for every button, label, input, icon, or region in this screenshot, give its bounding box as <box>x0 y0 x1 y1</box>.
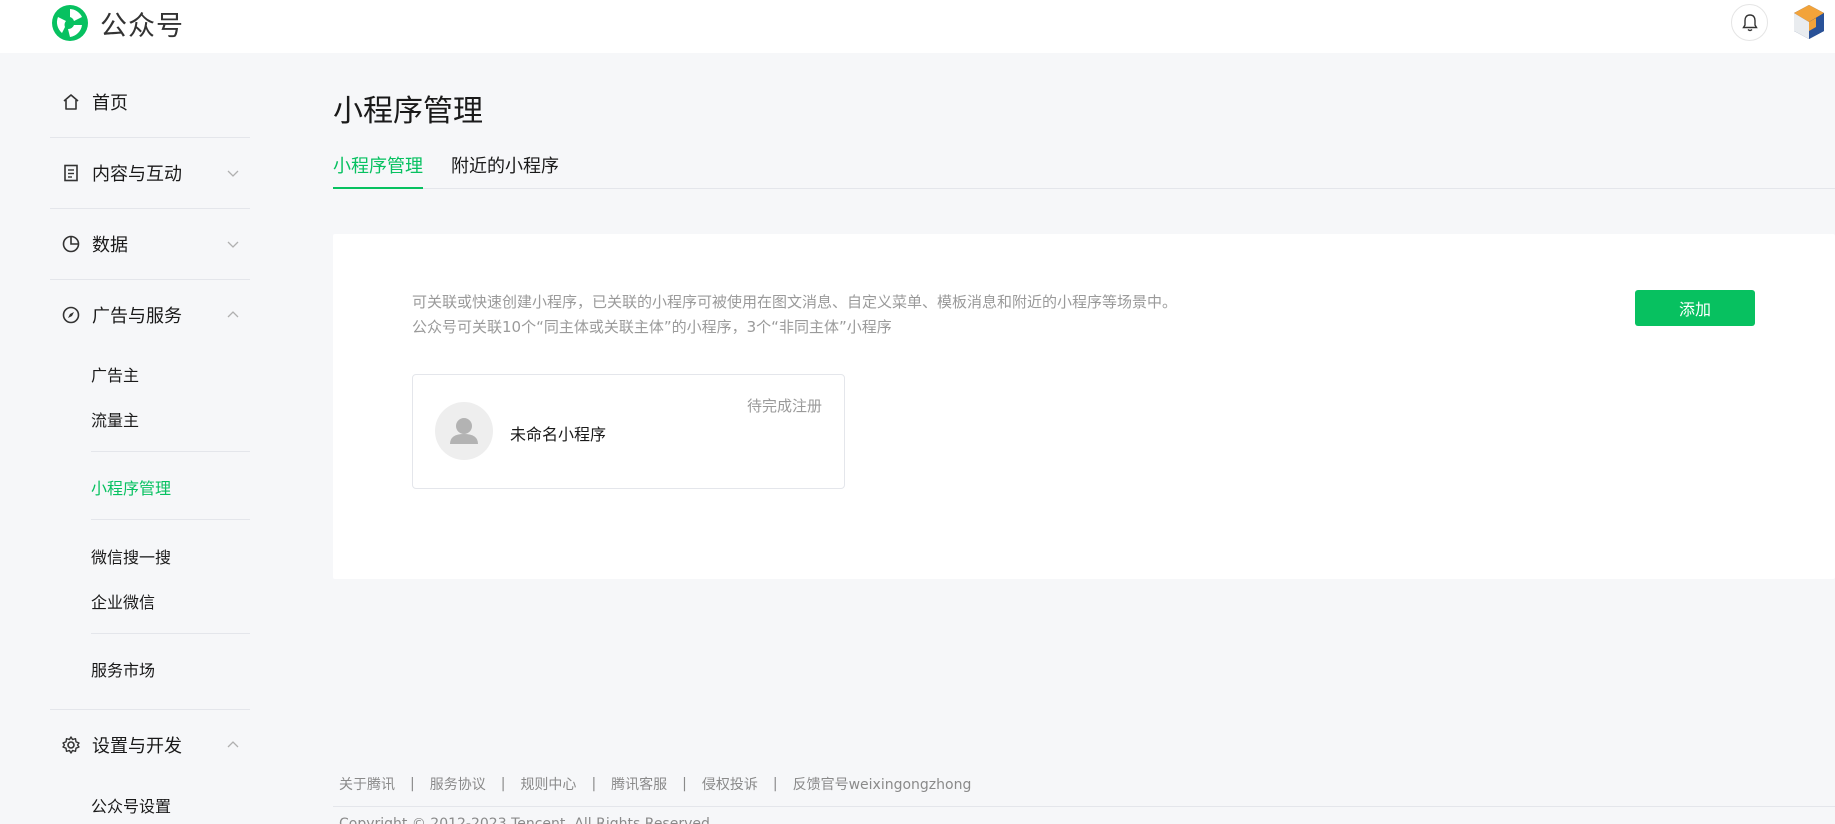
home-icon <box>60 91 82 113</box>
page-title: 小程序管理 <box>333 94 483 129</box>
sidebar-item-settings-dev[interactable]: 设置与开发 <box>50 730 250 760</box>
divider <box>91 519 250 520</box>
sidebar-item-label: 首页 <box>92 93 128 114</box>
mini-program-panel: 可关联或快速创建小程序，已关联的小程序可被使用在图文消息、自定义菜单、模板消息和… <box>333 234 1835 579</box>
bell-icon <box>1741 13 1758 31</box>
footer-divider <box>333 806 1835 807</box>
divider <box>50 137 250 138</box>
app-name: 公众号 <box>100 10 184 42</box>
footer-link-rules-center[interactable]: 规则中心 <box>520 774 576 794</box>
sidebar-item-wecom[interactable]: 企业微信 <box>91 589 155 613</box>
sidebar-item-publisher[interactable]: 流量主 <box>91 407 139 431</box>
copyright: Copyright © 2012-2023 Tencent. All Right… <box>339 816 715 824</box>
chevron-down-icon <box>227 170 239 177</box>
footer-link-feedback[interactable]: 反馈官号weixingongzhong <box>793 774 972 794</box>
sidebar-item-mini-program-management[interactable]: 小程序管理 <box>91 475 171 499</box>
description-line-1: 可关联或快速创建小程序，已关联的小程序可被使用在图文消息、自定义菜单、模板消息和… <box>412 293 1178 311</box>
mini-program-name: 未命名小程序 <box>510 425 607 444</box>
sidebar-item-home[interactable]: 首页 <box>50 87 250 117</box>
sidebar-item-content-interaction[interactable]: 内容与互动 <box>50 158 250 188</box>
divider <box>91 451 250 452</box>
footer-separator: | <box>410 776 415 792</box>
footer-separator: | <box>772 776 778 792</box>
sidebar-item-label: 设置与开发 <box>92 736 182 757</box>
compass-icon <box>60 304 82 326</box>
gear-icon <box>60 734 82 756</box>
description-line-2: 公众号可关联10个“同主体或关联主体”的小程序，3个“非同主体”小程序 <box>412 318 892 336</box>
sidebar-item-advertiser[interactable]: 广告主 <box>91 362 139 386</box>
footer-separator: | <box>591 776 597 792</box>
sidebar-item-data[interactable]: 数据 <box>50 229 250 259</box>
logo[interactable]: 公众号 <box>50 3 184 43</box>
user-avatar[interactable] <box>1790 3 1828 41</box>
sidebar-item-label: 数据 <box>92 235 128 256</box>
mini-program-avatar <box>435 402 493 460</box>
footer-separator: | <box>500 776 506 792</box>
sidebar-item-ads-services[interactable]: 广告与服务 <box>50 300 250 330</box>
mini-program-card[interactable]: 未命名小程序 待完成注册 <box>412 374 845 489</box>
divider <box>50 279 250 280</box>
divider <box>50 208 250 209</box>
sidebar-item-wechat-search[interactable]: 微信搜一搜 <box>91 544 171 568</box>
top-bar: 公众号 <box>0 0 1835 53</box>
add-button[interactable]: 添加 <box>1635 290 1755 326</box>
mini-program-status: 待完成注册 <box>746 397 822 415</box>
notification-button[interactable] <box>1731 4 1768 41</box>
tab-nearby-mini-programs[interactable]: 附近的小程序 <box>451 152 559 187</box>
sidebar-item-account-settings[interactable]: 公众号设置 <box>91 793 171 817</box>
wechat-official-account-logo-icon <box>52 5 88 41</box>
footer-separator: | <box>682 776 687 792</box>
sidebar-item-label: 广告与服务 <box>92 306 182 327</box>
footer-link-customer-service[interactable]: 腾讯客服 <box>611 774 667 794</box>
description: 可关联或快速创建小程序，已关联的小程序可被使用在图文消息、自定义菜单、模板消息和… <box>412 290 1177 340</box>
chevron-up-icon <box>227 311 239 318</box>
default-user-icon <box>450 418 478 444</box>
tab-bar: 小程序管理 附近的小程序 <box>333 150 1835 189</box>
sidebar-item-service-market[interactable]: 服务市场 <box>91 657 155 681</box>
sidebar-item-label: 内容与互动 <box>92 164 182 185</box>
tab-mini-program-management[interactable]: 小程序管理 <box>333 152 423 189</box>
footer-link-about[interactable]: 关于腾讯 <box>339 774 395 794</box>
pie-chart-icon <box>60 233 82 255</box>
chevron-up-icon <box>227 741 239 748</box>
sidebar: 首页 内容与互动 数据 广告与服务 广告主 流量主 小程序管理 微信搜一搜 企业… <box>0 53 300 824</box>
footer-link-service-agreement[interactable]: 服务协议 <box>430 774 486 794</box>
divider <box>91 633 250 634</box>
footer-links: 关于腾讯 | 服务协议 | 规则中心 | 腾讯客服 | 侵权投诉 | 反馈官号w… <box>339 774 971 794</box>
chevron-down-icon <box>227 241 239 248</box>
document-icon <box>60 162 82 184</box>
footer-link-infringement[interactable]: 侵权投诉 <box>702 774 758 794</box>
divider <box>50 709 250 710</box>
